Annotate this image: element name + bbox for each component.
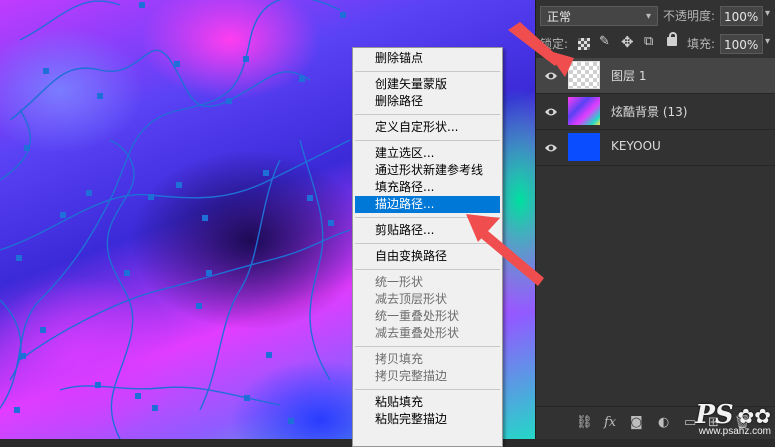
menu-separator	[355, 243, 500, 244]
menu-item[interactable]: 自由变换路径	[355, 248, 500, 265]
layer-thumbnail[interactable]	[568, 61, 600, 89]
opacity-value: 100%	[724, 10, 759, 24]
opacity-label: 不透明度:	[663, 9, 716, 23]
lock-position-icon[interactable]: ✥	[621, 33, 634, 51]
eye-icon[interactable]	[544, 106, 558, 118]
layer-name: 炫酷背景 (13)	[611, 105, 688, 119]
layer-name: KEYOOU	[611, 139, 661, 153]
menu-item: 统一形状	[375, 275, 424, 289]
menu-item[interactable]: 删除路径	[355, 93, 500, 110]
layers-panel: 正常 ▾ 不透明度: 100% ▾ 锁定: ✎ ✥ ⧉ 填充: 100% ▾ 图…	[535, 0, 775, 439]
watermark-mark: ✿✿	[737, 404, 771, 428]
menu-separator	[355, 114, 500, 115]
menu-item[interactable]: 粘贴完整描边	[355, 411, 500, 428]
chevron-down-icon: ▾	[645, 11, 651, 22]
blend-mode-select[interactable]: 正常 ▾	[540, 6, 658, 26]
chevron-down-icon[interactable]: ▾	[765, 8, 770, 19]
layer-row[interactable]: KEYOOU	[536, 130, 775, 166]
menu-separator	[355, 71, 500, 72]
fill-input[interactable]: 100%	[720, 34, 763, 54]
fx-icon[interactable]: fx	[604, 415, 616, 431]
menu-separator	[355, 217, 500, 218]
menu-item[interactable]: 剪贴路径...	[355, 222, 500, 239]
chevron-down-icon[interactable]: ▾	[765, 36, 770, 47]
adjustment-icon[interactable]: ◐	[658, 415, 669, 431]
layer-thumbnail[interactable]	[568, 133, 600, 161]
menu-item[interactable]: 定义自定形状...	[355, 119, 500, 136]
eye-icon[interactable]	[544, 142, 558, 154]
menu-item[interactable]: 填充路径...	[355, 179, 500, 196]
menu-item[interactable]: 建立选区...	[355, 145, 500, 162]
menu-item[interactable]: 通过形状新建参考线	[355, 162, 500, 179]
blend-row: 正常 ▾ 不透明度: 100% ▾	[536, 2, 775, 30]
menu-item: 减去重叠处形状	[375, 326, 460, 340]
opacity-input[interactable]: 100%	[720, 6, 763, 26]
menu-item[interactable]: 删除锚点	[355, 50, 500, 67]
menu-separator	[355, 140, 500, 141]
menu-separator	[355, 389, 500, 390]
lock-label: 锁定:	[540, 37, 569, 51]
layer-name: 图层 1	[611, 69, 647, 83]
context-menu: 删除锚点创建矢量蒙版 删除路径定义自定形状... 建立选区... 通过形状新建参考线填…	[352, 47, 503, 447]
eye-icon[interactable]	[544, 70, 558, 82]
menu-item: 拷贝完整描边	[375, 369, 448, 383]
menu-item[interactable]: 创建矢量蒙版	[355, 76, 500, 93]
lock-all-shackle	[669, 32, 677, 39]
fill-value: 100%	[724, 38, 759, 52]
layer-thumbnail[interactable]	[568, 97, 600, 125]
lock-transparent-pixels-icon[interactable]	[578, 38, 590, 50]
lock-row: 锁定: ✎ ✥ ⧉ 填充: 100% ▾	[536, 32, 775, 60]
menu-separator	[355, 346, 500, 347]
link-icon[interactable]: ⛓	[576, 415, 593, 431]
layer-row[interactable]: 图层 1	[536, 58, 775, 94]
menu-separator	[355, 269, 500, 270]
layer-row[interactable]: 炫酷背景 (13)	[536, 94, 775, 130]
menu-item[interactable]: 粘贴填充	[355, 394, 500, 411]
menu-item: 统一重叠处形状	[375, 309, 460, 323]
mask-icon[interactable]: ◙	[630, 415, 643, 431]
watermark-site: www.psahz.com	[698, 426, 771, 437]
lock-image-pixels-icon[interactable]: ✎	[599, 34, 610, 49]
menu-item[interactable]: 描边路径...	[355, 196, 500, 213]
lock-artboard-icon[interactable]: ⧉	[644, 34, 653, 49]
watermark: PS ✿✿ www.psahz.com	[695, 400, 771, 437]
menu-item: 拷贝填充	[375, 352, 424, 366]
fill-label: 填充:	[687, 37, 716, 51]
menu-item: 减去顶层形状	[375, 292, 448, 306]
blend-mode-value: 正常	[547, 10, 572, 24]
